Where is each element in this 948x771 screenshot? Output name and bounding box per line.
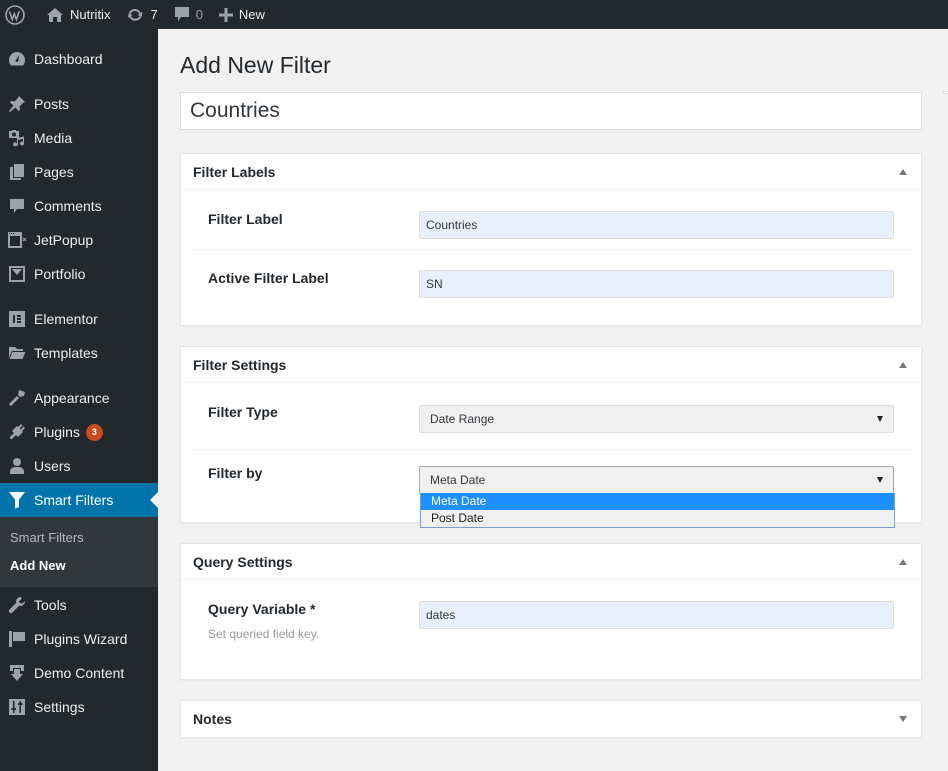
portfolio-icon: [0, 257, 34, 291]
dashboard-icon: [0, 42, 34, 76]
collapse-arrow-icon[interactable]: [899, 558, 907, 565]
submenu-item-add-new[interactable]: Add New: [10, 558, 66, 573]
filter-type-row: Filter Type Date Range: [193, 383, 909, 450]
admin-sidebar: Dashboard Posts Media Pages Comments Jet…: [0, 29, 158, 771]
popup-icon: [0, 223, 34, 257]
filter-icon: [0, 483, 34, 517]
sidebar-item-templates[interactable]: Templates: [0, 336, 158, 370]
filter-by-dropdown: Meta Date Post Date: [420, 493, 895, 528]
chevron-down-icon: [877, 416, 883, 422]
dropdown-option-post-date[interactable]: Post Date: [421, 510, 894, 527]
sidebar-item-elementor[interactable]: Elementor: [0, 302, 158, 336]
filter-label-label: Filter Label: [208, 211, 283, 227]
page-title: Add New Filter: [180, 52, 331, 78]
filter-type-select[interactable]: Date Range: [419, 405, 894, 433]
download-icon: [0, 656, 34, 690]
smart-filters-submenu: Smart Filters Add New: [0, 517, 158, 587]
wp-logo-menu[interactable]: [0, 0, 38, 29]
sidebar-item-pages[interactable]: Pages: [0, 155, 158, 189]
filter-by-label: Filter by: [208, 465, 263, 481]
filter-labels-box: Filter Labels Filter Label Active Filter…: [180, 153, 922, 326]
plugin-icon: [0, 415, 34, 449]
query-variable-input[interactable]: [419, 601, 894, 629]
filter-settings-header[interactable]: Filter Settings: [181, 347, 921, 383]
media-icon: [0, 121, 34, 155]
plus-icon: [218, 7, 233, 22]
comments-link[interactable]: 0: [166, 0, 211, 29]
admin-bar: Nutritix 7 0 New: [0, 0, 948, 29]
sidebar-item-posts[interactable]: Posts: [0, 87, 158, 121]
filter-settings-title: Filter Settings: [193, 356, 287, 373]
sidebar-item-plugins-wizard[interactable]: Plugins Wizard: [0, 622, 158, 656]
query-variable-row: Query Variable * Set queried field key.: [193, 580, 909, 679]
site-name-link[interactable]: Nutritix: [38, 0, 118, 29]
screen-options-edge: [943, 91, 948, 94]
folder-icon: [0, 336, 34, 370]
site-name: Nutritix: [70, 7, 111, 22]
sidebar-item-plugins[interactable]: Plugins 3: [0, 415, 158, 449]
collapse-arrow-icon[interactable]: [899, 361, 907, 368]
filter-label-input[interactable]: [419, 211, 894, 239]
sidebar-item-smart-filters[interactable]: Smart Filters: [0, 483, 158, 517]
query-settings-header[interactable]: Query Settings: [181, 544, 921, 580]
active-filter-label-row: Active Filter Label: [193, 250, 909, 324]
sidebar-item-settings[interactable]: Settings: [0, 690, 158, 724]
updates-icon: [126, 6, 144, 24]
main-content: Add New Filter Filter Labels Filter Labe…: [158, 29, 948, 771]
filter-title-input[interactable]: [180, 92, 922, 130]
query-variable-label: Query Variable *: [208, 601, 316, 617]
pin-icon: [0, 87, 34, 121]
filter-by-value: Meta Date: [430, 473, 486, 487]
new-label: New: [238, 7, 265, 22]
notes-title: Notes: [193, 711, 232, 727]
sidebar-item-portfolio[interactable]: Portfolio: [0, 257, 158, 291]
active-filter-label-label: Active Filter Label: [208, 270, 329, 286]
flag-icon: [0, 622, 34, 656]
user-icon: [0, 449, 34, 483]
sidebar-item-demo-content[interactable]: Demo Content: [0, 656, 158, 690]
wordpress-logo-icon: [5, 4, 25, 25]
dropdown-option-meta-date[interactable]: Meta Date: [421, 493, 894, 510]
notes-header[interactable]: Notes: [181, 701, 921, 737]
active-filter-label-input[interactable]: [419, 270, 894, 298]
plugins-update-badge: 3: [85, 423, 103, 441]
sidebar-item-dashboard[interactable]: Dashboard: [0, 42, 158, 76]
updates-link[interactable]: 7: [118, 0, 165, 29]
expand-arrow-icon[interactable]: [899, 716, 907, 722]
filter-type-label: Filter Type: [208, 404, 278, 420]
brush-icon: [0, 381, 34, 415]
comment-icon: [0, 189, 34, 223]
query-settings-box: Query Settings Query Variable * Set quer…: [180, 543, 922, 680]
elementor-icon: [0, 302, 34, 336]
updates-count: 7: [150, 7, 158, 22]
query-settings-title: Query Settings: [193, 553, 293, 570]
sidebar-item-tools[interactable]: Tools: [0, 588, 158, 622]
sliders-icon: [0, 690, 34, 724]
comment-bubble-icon: [174, 6, 190, 23]
submenu-item-smart-filters[interactable]: Smart Filters: [10, 530, 84, 545]
filter-type-value: Date Range: [430, 412, 495, 426]
filter-by-select[interactable]: Meta Date: [419, 466, 894, 494]
notes-box: Notes: [180, 700, 922, 738]
sidebar-item-appearance[interactable]: Appearance: [0, 381, 158, 415]
collapse-arrow-icon[interactable]: [899, 168, 907, 175]
new-content-link[interactable]: New: [211, 0, 273, 29]
sidebar-item-jetpopup[interactable]: JetPopup: [0, 223, 158, 257]
sidebar-item-users[interactable]: Users: [0, 449, 158, 483]
pages-icon: [0, 155, 34, 189]
comments-count: 0: [195, 7, 203, 22]
filter-labels-title: Filter Labels: [193, 163, 276, 180]
wrench-icon: [0, 588, 34, 622]
sidebar-item-comments[interactable]: Comments: [0, 189, 158, 223]
query-variable-description: Set queried field key.: [208, 627, 320, 641]
sidebar-item-media[interactable]: Media: [0, 121, 158, 155]
filter-label-row: Filter Label: [193, 190, 909, 250]
chevron-down-icon: [877, 477, 883, 483]
filter-labels-header[interactable]: Filter Labels: [181, 154, 921, 190]
home-icon: [46, 7, 64, 23]
